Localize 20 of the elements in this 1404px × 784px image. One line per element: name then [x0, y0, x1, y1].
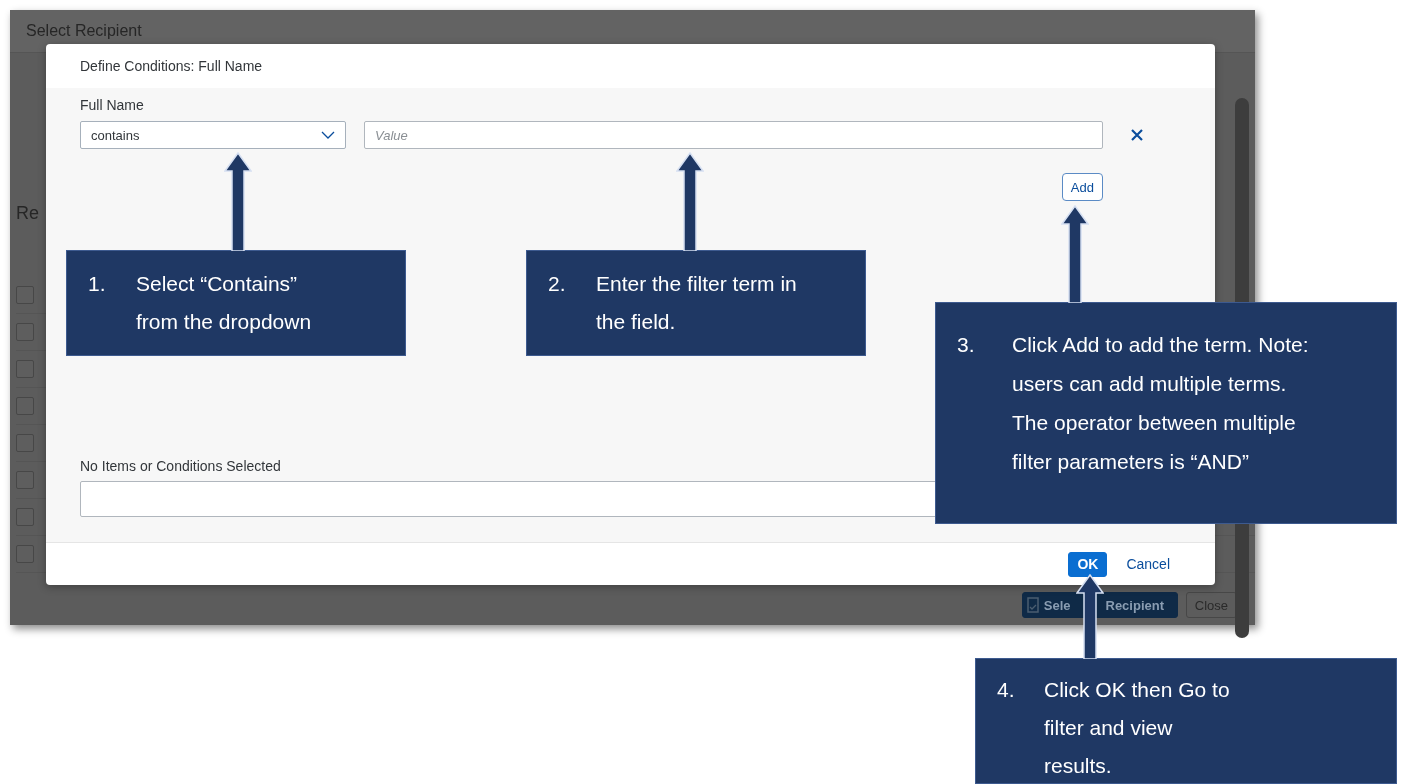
step-number: 3. [957, 332, 976, 358]
callout-text: Select “Contains” from the dropdown [136, 271, 313, 335]
step-number: 4. [997, 677, 1016, 703]
selection-label: No Items or Conditions Selected [80, 457, 281, 475]
callout-text: Click Add to add the term. Note: users can add multiple terms. The operator between multiple filter parameters is “AND” [1012, 332, 1310, 475]
callout-text: Enter the filter term in the field. [596, 271, 798, 335]
chevron-down-icon [321, 131, 335, 139]
close-icon [1131, 129, 1143, 141]
field-label: Full Name [80, 96, 144, 114]
dialog-title: Define Conditions: Full Name [79, 57, 264, 76]
cancel-button[interactable]: Cancel [1117, 551, 1179, 577]
document-icon [1026, 597, 1039, 613]
callout-text: Click OK then Go to filter and view results. [1044, 677, 1231, 779]
value-input-field[interactable]: Value [364, 121, 1103, 149]
operator-dropdown[interactable]: contains [80, 121, 346, 149]
add-button[interactable]: Add [1061, 173, 1103, 201]
select-recipient-button[interactable]: Sele Recipient [1021, 592, 1178, 618]
ok-button[interactable]: OK [1068, 551, 1108, 577]
step-number: 1. [88, 271, 107, 297]
step-number: 2. [548, 271, 567, 297]
